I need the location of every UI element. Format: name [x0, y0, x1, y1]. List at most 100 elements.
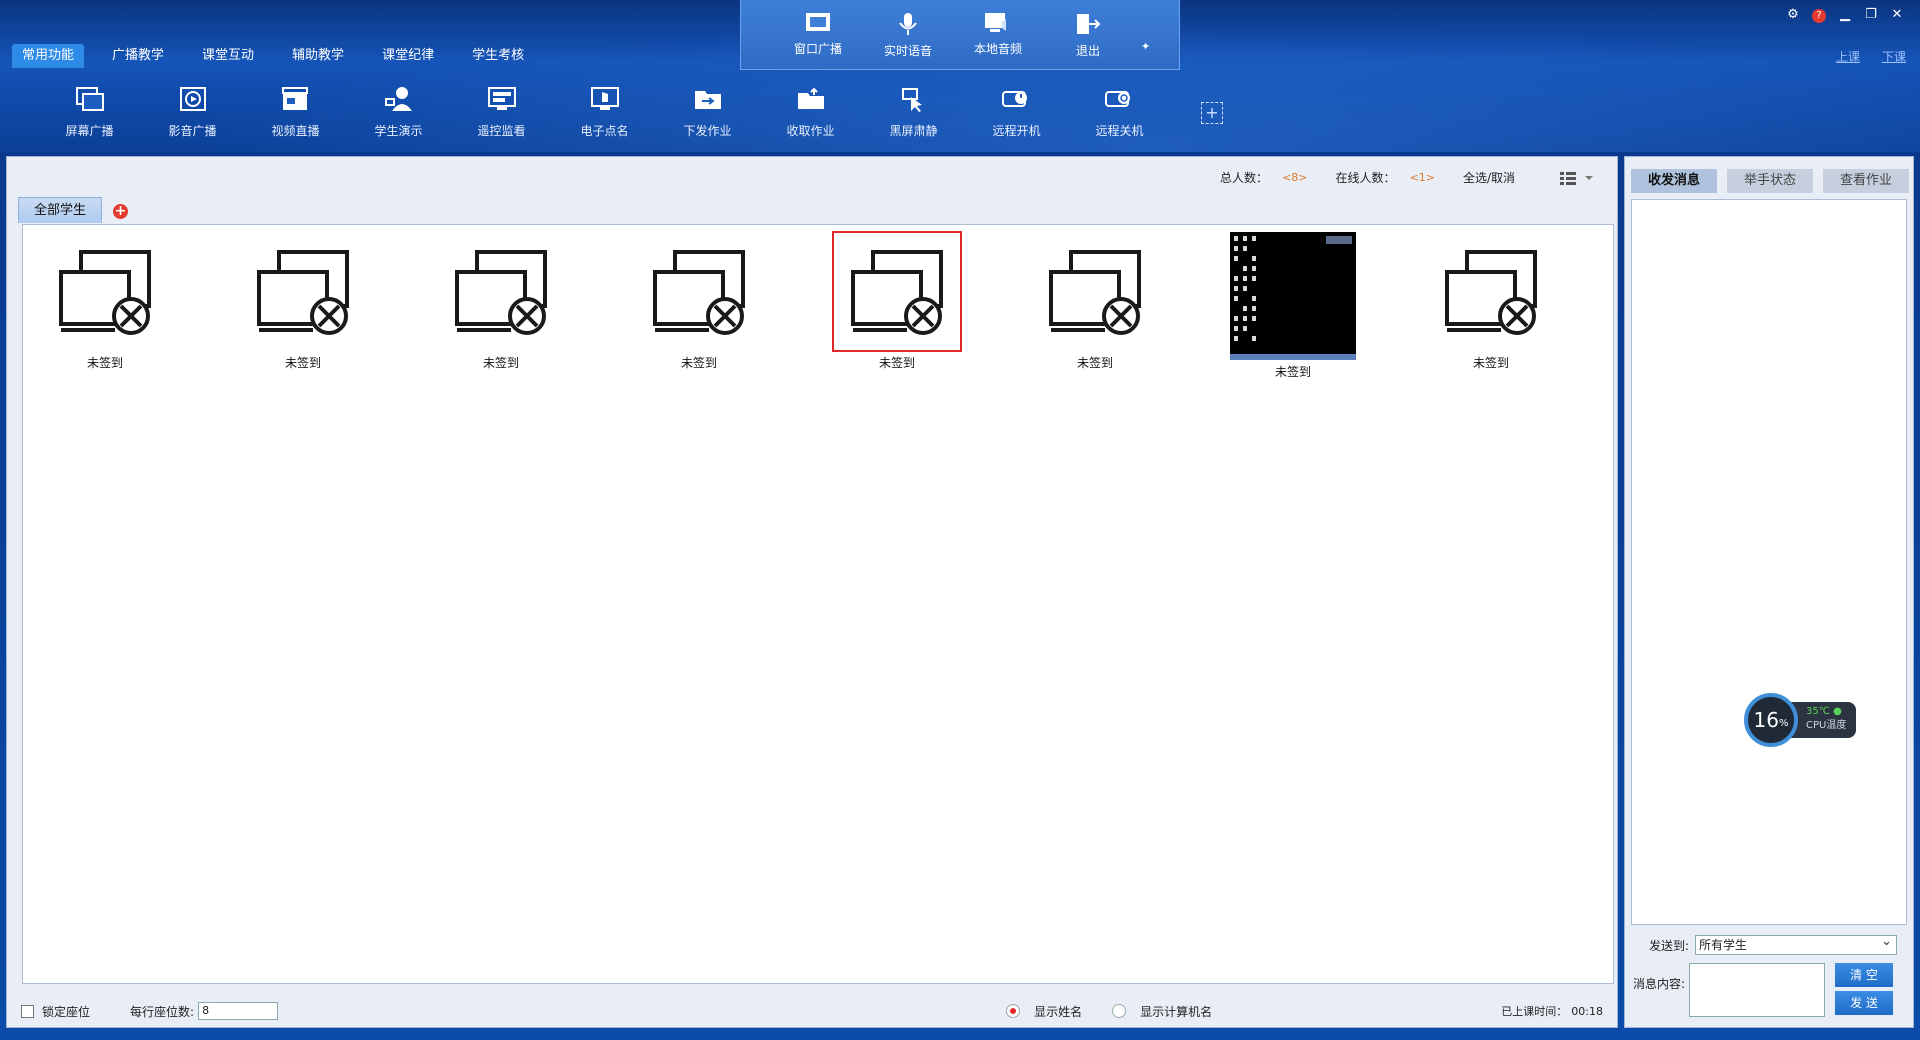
- tab-view-homework[interactable]: 查看作业: [1823, 169, 1909, 193]
- select-all-toggle[interactable]: 全选/取消: [1463, 169, 1515, 186]
- view-mode-dropdown[interactable]: [1559, 170, 1599, 186]
- help-icon[interactable]: ?: [1806, 6, 1832, 24]
- message-input[interactable]: [1689, 963, 1825, 1017]
- floating-label: 本地音频: [973, 42, 1022, 56]
- student-seat[interactable]: 未签到: [35, 231, 175, 371]
- floating-label: 实时语音: [883, 44, 932, 58]
- tab-student-assessment[interactable]: 学生考核: [462, 44, 534, 68]
- total-count: <8>: [1282, 171, 1308, 184]
- online-label: 在线人数：: [1335, 171, 1396, 185]
- taskbar: [1230, 354, 1356, 360]
- elapsed-label: 已上课时间：: [1501, 1005, 1568, 1018]
- desktop-icon: [1252, 336, 1256, 341]
- screen-broadcast-icon: [73, 82, 107, 116]
- tab-classroom-discipline[interactable]: 课堂纪律: [372, 44, 444, 68]
- realtime-voice-button[interactable]: 实时语音: [863, 0, 953, 69]
- settings-gear-icon[interactable]: ⚙: [1780, 6, 1806, 24]
- remote-power-on-button[interactable]: 远程开机: [965, 82, 1068, 148]
- remote-monitor-button[interactable]: 遥控监看: [450, 82, 553, 148]
- desktop-icon: [1234, 326, 1238, 331]
- screen-broadcast-button[interactable]: 屏幕广播: [38, 82, 141, 148]
- per-row-input[interactable]: 8: [198, 1002, 279, 1020]
- message-list: 16% 35℃ ● CPU温度: [1631, 199, 1907, 925]
- show-computer-radio[interactable]: [1112, 1004, 1127, 1018]
- window-broadcast-button[interactable]: 窗口广播: [773, 0, 863, 69]
- cpu-usage-unit: %: [1778, 717, 1789, 729]
- add-tool-button[interactable]: +: [1201, 102, 1223, 124]
- desktop-icon: [1234, 246, 1238, 251]
- clear-button[interactable]: 清 空: [1835, 963, 1893, 987]
- seat-name: 未签到: [878, 356, 915, 370]
- total-label: 总人数：: [1220, 171, 1269, 185]
- student-seat[interactable]: 未签到: [1025, 231, 1165, 371]
- desktop-icon: [1252, 276, 1256, 281]
- cpu-widget[interactable]: 16% 35℃ ● CPU温度: [1744, 693, 1857, 747]
- student-demo-button[interactable]: 学生演示: [347, 82, 450, 148]
- student-demo-icon: [382, 82, 416, 116]
- pin-icon[interactable]: ✦: [1141, 40, 1155, 53]
- send-to-row: 发送到: 所有学生: [1649, 933, 1898, 955]
- close-button[interactable]: ✕: [1884, 6, 1910, 24]
- black-screen-icon: [897, 82, 931, 116]
- local-audio-button[interactable]: 本地音频: [953, 0, 1043, 69]
- class-links: 上课 下课: [1814, 48, 1906, 65]
- tab-assisted-teaching[interactable]: 辅助教学: [282, 44, 354, 68]
- desktop-icon: [1252, 296, 1256, 301]
- remote-shutdown-button[interactable]: 远程关机: [1068, 82, 1171, 148]
- per-row-label: 每行座位数:: [130, 1004, 195, 1019]
- lock-seat-checkbox[interactable]: [21, 1004, 34, 1018]
- student-seat[interactable]: 未签到: [1223, 231, 1363, 379]
- video-broadcast-button[interactable]: 影音广播: [141, 82, 244, 148]
- tab-common-functions[interactable]: 常用功能: [12, 44, 85, 68]
- cpu-usage: 16%: [1744, 693, 1798, 747]
- student-seat[interactable]: 未签到: [1421, 231, 1561, 371]
- send-to-select[interactable]: 所有学生: [1695, 933, 1898, 955]
- cpu-temp: 35℃: [1806, 706, 1830, 717]
- desktop-icon: [1252, 266, 1256, 271]
- offline-computer-icon: [653, 249, 745, 335]
- seat-frame: [238, 231, 368, 352]
- student-seat[interactable]: 未签到: [827, 231, 967, 371]
- tab-classroom-interaction[interactable]: 课堂互动: [192, 44, 264, 68]
- send-button[interactable]: 发 送: [1835, 991, 1893, 1015]
- remote-monitor-icon: [485, 82, 519, 116]
- live-video-button[interactable]: 视频直播: [244, 82, 347, 148]
- end-class-link[interactable]: 下课: [1882, 48, 1906, 65]
- desktop-icon: [1243, 266, 1247, 271]
- offline-computer-icon: [1445, 249, 1537, 335]
- offline-computer-icon: [1049, 249, 1141, 335]
- start-class-link[interactable]: 上课: [1836, 48, 1860, 65]
- student-seat[interactable]: 未签到: [629, 231, 769, 371]
- tab-messages[interactable]: 收发消息: [1631, 169, 1717, 193]
- student-seat[interactable]: 未签到: [233, 231, 373, 371]
- roll-call-button[interactable]: 电子点名: [553, 82, 656, 148]
- desktop-icon: [1234, 316, 1238, 321]
- add-group-icon[interactable]: +: [113, 204, 128, 219]
- offline-computer-icon: [455, 249, 547, 335]
- video-broadcast-icon: [176, 82, 210, 116]
- desktop-icon: [1252, 316, 1256, 321]
- show-name-radio[interactable]: [1006, 1004, 1021, 1018]
- minimize-button[interactable]: ▁: [1832, 6, 1858, 24]
- elapsed-time: 00:18: [1571, 1004, 1603, 1018]
- exit-icon: [1077, 14, 1101, 34]
- main-toolbar: 屏幕广播 影音广播 视频直播 学生演示 遥控监看 电子点名 下发作业 收取作业 …: [38, 82, 1171, 148]
- group-tab-all-students[interactable]: 全部学生: [18, 197, 102, 223]
- online-count: <1>: [1409, 171, 1435, 184]
- toolbar-label: 屏幕广播: [65, 124, 114, 138]
- send-homework-button[interactable]: 下发作业: [656, 82, 759, 148]
- collect-homework-button[interactable]: 收取作业: [759, 82, 862, 148]
- collect-homework-icon: [794, 82, 828, 116]
- tab-hand-raise[interactable]: 举手状态: [1727, 169, 1813, 193]
- content-label: 消息内容:: [1633, 977, 1686, 991]
- desktop-icon: [1234, 336, 1238, 341]
- student-seat[interactable]: 未签到: [431, 231, 571, 371]
- restore-button[interactable]: ❐: [1858, 6, 1884, 24]
- desktop-icon: [1234, 286, 1238, 291]
- toolbar-label: 学生演示: [374, 124, 423, 138]
- black-screen-button[interactable]: 黑屏肃静: [862, 82, 965, 148]
- floating-toolbar: 窗口广播 实时语音 本地音频 退出 ✦: [740, 0, 1180, 70]
- tab-broadcast-teaching[interactable]: 广播教学: [102, 44, 174, 68]
- exit-button[interactable]: 退出: [1043, 0, 1133, 69]
- seat-name: 未签到: [1076, 356, 1113, 370]
